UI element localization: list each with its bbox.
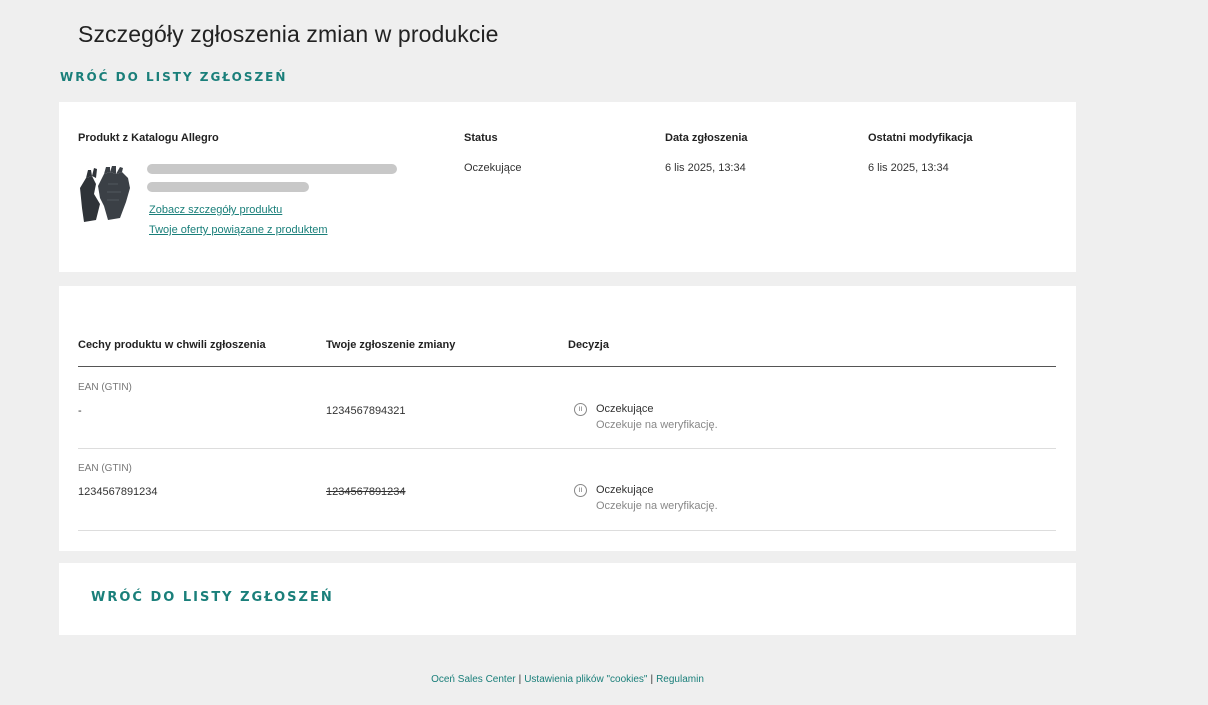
changes-table-card: Cechy produktu w chwili zgłoszenia Twoje… [59,286,1076,551]
footer-separator: | [650,674,654,685]
column-header-decision: Decyzja [568,339,609,351]
decision-note: Oczekuje na weryfikację. [596,419,718,431]
attribute-label: EAN (GTIN) [78,382,132,393]
requested-value: 1234567894321 [326,405,406,417]
back-to-list-link-bottom[interactable]: WRÓĆ DO LISTY ZGŁOSZEŃ [91,590,334,605]
decision-status: Oczekujące [596,484,654,496]
decision-status: Oczekujące [596,403,654,415]
footer-separator: | [518,674,522,685]
original-value: 1234567891234 [78,486,158,498]
row-divider [78,448,1056,449]
column-header-original: Cechy produktu w chwili zgłoszenia [78,339,266,351]
product-name-placeholder-2 [147,182,309,192]
modified-value: 6 lis 2025, 13:34 [868,162,949,174]
page-title: Szczegóły zgłoszenia zmian w produkcie [78,21,499,47]
terms-link[interactable]: Regulamin [656,674,704,685]
date-value: 6 lis 2025, 13:34 [665,162,746,174]
pause-circle-icon: II [574,484,587,497]
rate-sales-center-link[interactable]: Oceń Sales Center [431,674,516,685]
decision-note: Oczekuje na weryfikację. [596,500,718,512]
cookie-settings-link[interactable]: Ustawienia plików "cookies" [524,674,647,685]
request-summary-card: Produkt z Katalogu Allegro Status Data z… [59,102,1076,272]
requested-value: 1234567891234 [326,486,406,498]
back-to-list-link-top[interactable]: WRÓĆ DO LISTY ZGŁOSZEŃ [60,70,287,84]
date-header: Data zgłoszenia [665,132,748,144]
related-offers-link[interactable]: Twoje oferty powiązane z produktem [149,224,328,236]
product-name-placeholder [147,164,397,174]
column-header-requested: Twoje zgłoszenie zmiany [326,339,456,351]
footer: Oceń Sales Center | Ustawienia plików "coo… [0,674,1135,685]
row-divider [78,530,1056,531]
modified-header: Ostatni modyfikacja [868,132,973,144]
product-header: Produkt z Katalogu Allegro [78,132,219,144]
back-link-card: WRÓĆ DO LISTY ZGŁOSZEŃ [59,563,1076,635]
table-header-divider [78,366,1056,367]
attribute-label: EAN (GTIN) [78,463,132,474]
status-value: Oczekujące [464,162,522,174]
status-header: Status [464,132,498,144]
product-details-link[interactable]: Zobacz szczegóły produktu [149,204,282,216]
original-value: - [78,405,82,417]
pause-circle-icon: II [574,403,587,416]
product-image[interactable] [74,164,136,224]
